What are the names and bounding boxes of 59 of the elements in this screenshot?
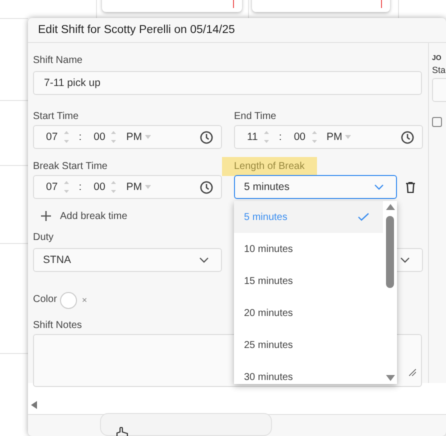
hour-value[interactable]: 07	[46, 131, 58, 143]
dropdown-option[interactable]: 15 minutes	[234, 265, 383, 297]
spinner-arrows-icon[interactable]	[264, 130, 269, 144]
chevron-down-icon	[374, 184, 384, 190]
period-value[interactable]: PM	[126, 131, 142, 143]
time-field[interactable]: 11 : 00 PM	[234, 125, 423, 149]
caret-icon[interactable]	[145, 134, 152, 140]
field-label: Sta	[432, 65, 446, 75]
field-label: Color	[33, 294, 57, 306]
field-label: Length of Break	[222, 157, 317, 176]
field-label: End Time	[234, 111, 278, 123]
add-break-link[interactable]: Add break time	[60, 210, 128, 222]
period-value[interactable]: PM	[126, 181, 142, 193]
chevron-down-icon	[199, 257, 209, 263]
clock-icon[interactable]	[401, 130, 414, 144]
dropdown-option[interactable]: 20 minutes	[234, 297, 383, 329]
hour-value[interactable]: 07	[46, 181, 58, 193]
scroll-left-icon[interactable]	[31, 401, 37, 409]
caret-icon[interactable]	[145, 184, 152, 190]
minute-value[interactable]: 00	[94, 181, 106, 193]
caret-icon[interactable]	[345, 134, 352, 140]
dropdown-option[interactable]: 30 minutes	[234, 361, 383, 384]
dropdown-option[interactable]: 10 minutes	[234, 233, 383, 265]
spinner-arrows-icon[interactable]	[64, 130, 69, 144]
break-length-select[interactable]: 5 minutes	[234, 175, 397, 199]
scroll-up-icon[interactable]	[386, 204, 394, 210]
spinner-arrows-icon[interactable]	[312, 130, 317, 144]
trash-icon[interactable]	[406, 182, 415, 192]
spinner-arrows-icon[interactable]	[111, 130, 116, 144]
scrollbar-thumb[interactable]	[386, 216, 394, 288]
time-separator: :	[278, 131, 282, 143]
period-value[interactable]: PM	[326, 131, 342, 143]
chevron-down-icon	[400, 257, 410, 263]
minute-value[interactable]: 00	[94, 131, 106, 143]
checkbox[interactable]	[432, 117, 442, 127]
spinner-arrows-icon[interactable]	[111, 180, 116, 194]
time-separator: :	[78, 181, 82, 193]
color-swatch[interactable]	[60, 292, 77, 308]
field-label: Shift Notes	[33, 320, 83, 332]
clock-icon[interactable]	[200, 130, 213, 144]
field-label: Break Start Time	[33, 161, 108, 173]
time-separator: :	[78, 131, 82, 143]
field-label: Shift Name	[33, 55, 84, 67]
spinner-arrows-icon[interactable]	[64, 180, 69, 194]
duty-select[interactable]: STNA	[33, 248, 222, 272]
clock-icon[interactable]	[200, 180, 213, 194]
time-field[interactable]: 07 : 00 PM	[33, 175, 222, 199]
field-label: Duty	[33, 232, 55, 244]
hour-value[interactable]: 11	[247, 131, 258, 143]
dialog-title: Edit Shift for Scotty Perelli on 05/14/25	[28, 18, 446, 43]
resize-handle-icon[interactable]	[409, 369, 416, 376]
scroll-down-icon[interactable]	[386, 375, 394, 381]
dropdown-option[interactable]: 25 minutes	[234, 329, 383, 361]
shift-name-field[interactable]: 7-11 pick up	[33, 71, 422, 95]
checkmark-icon	[358, 213, 369, 221]
minute-value[interactable]: 00	[294, 131, 306, 143]
field-label: Start Time	[33, 111, 80, 123]
time-field[interactable]: 07 : 00 PM	[33, 125, 222, 149]
plus-icon[interactable]	[41, 211, 51, 221]
